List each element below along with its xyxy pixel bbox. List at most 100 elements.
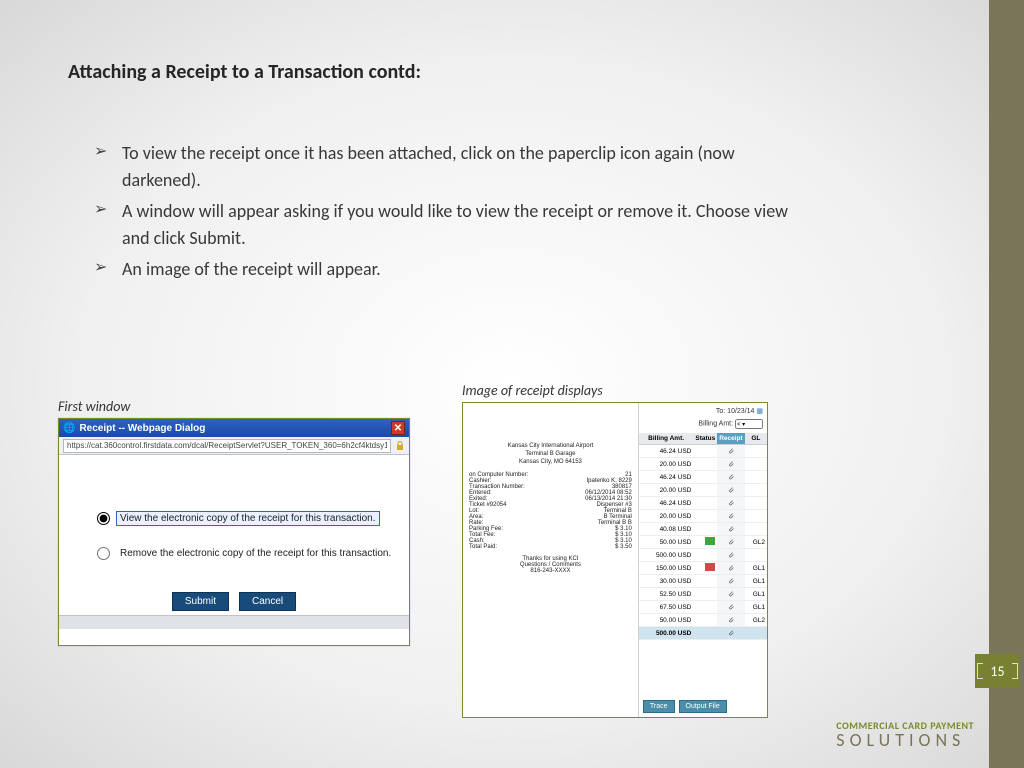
paperclip-icon[interactable] bbox=[727, 460, 735, 468]
paperclip-icon[interactable] bbox=[727, 629, 735, 637]
dialog-title: Receipt -- Webpage Dialog bbox=[79, 423, 205, 434]
cell-amt: 150.00 USD bbox=[639, 562, 693, 575]
cell-amt: 50.00 USD bbox=[639, 614, 693, 627]
cell-amt: 500.00 USD bbox=[639, 627, 693, 640]
cell-status bbox=[693, 523, 717, 536]
cell-amt: 46.24 USD bbox=[639, 497, 693, 510]
url-input[interactable] bbox=[63, 439, 391, 453]
output-file-button[interactable]: Output File bbox=[679, 700, 727, 713]
paperclip-icon[interactable] bbox=[727, 512, 735, 520]
table-row[interactable]: 46.24 USD bbox=[639, 471, 767, 484]
receipt-header: Kansas City International Airport Termin… bbox=[469, 443, 632, 466]
close-icon[interactable]: ✕ bbox=[391, 421, 405, 435]
cell-receipt[interactable] bbox=[717, 497, 744, 510]
table-row[interactable]: 20.00 USD bbox=[639, 484, 767, 497]
cell-gl bbox=[745, 471, 767, 484]
cell-status bbox=[693, 471, 717, 484]
cell-amt: 52.50 USD bbox=[639, 588, 693, 601]
option-view-row: View the electronic copy of the receipt … bbox=[97, 511, 395, 526]
cell-receipt[interactable] bbox=[717, 536, 744, 549]
col-receipt[interactable]: Receipt bbox=[717, 433, 744, 445]
submit-button[interactable]: Submit bbox=[172, 592, 229, 611]
cell-status bbox=[693, 614, 717, 627]
cell-receipt[interactable] bbox=[717, 484, 744, 497]
cell-gl bbox=[745, 549, 767, 562]
table-row[interactable]: 30.00 USD GL1 bbox=[639, 575, 767, 588]
label-view[interactable]: View the electronic copy of the receipt … bbox=[116, 511, 380, 526]
paperclip-icon[interactable] bbox=[727, 603, 735, 611]
table-row[interactable]: 46.24 USD bbox=[639, 445, 767, 458]
receipt-f3: 816-243-XXXX bbox=[469, 568, 632, 574]
billing-dd[interactable] bbox=[735, 419, 763, 429]
billing-amt-filter[interactable]: Billing Amt: bbox=[643, 419, 763, 429]
dialog-address-bar bbox=[59, 437, 409, 455]
cell-gl bbox=[745, 445, 767, 458]
trace-button[interactable]: Trace bbox=[643, 700, 675, 713]
cancel-button[interactable]: Cancel bbox=[239, 592, 296, 611]
cell-receipt[interactable] bbox=[717, 458, 744, 471]
option-remove-row: Remove the electronic copy of the receip… bbox=[97, 546, 395, 561]
table-row[interactable]: 52.50 USDGL1 bbox=[639, 588, 767, 601]
cell-receipt[interactable] bbox=[717, 627, 744, 640]
table-row[interactable]: 150.00 USDGL1 bbox=[639, 562, 767, 575]
page-title: Attaching a Receipt to a Transaction con… bbox=[68, 60, 421, 84]
page-number-badge: 15 bbox=[975, 654, 1020, 688]
cell-receipt[interactable] bbox=[717, 471, 744, 484]
table-row[interactable]: 67.50 USDGL1 bbox=[639, 601, 767, 614]
paperclip-icon[interactable] bbox=[727, 499, 735, 507]
paperclip-icon[interactable] bbox=[727, 577, 735, 585]
radio-remove[interactable] bbox=[97, 547, 110, 560]
cell-amt: 40.08 USD bbox=[639, 523, 693, 536]
cell-receipt[interactable] bbox=[717, 588, 744, 601]
cell-status bbox=[693, 536, 717, 549]
paperclip-icon[interactable] bbox=[727, 564, 735, 572]
paperclip-icon[interactable] bbox=[727, 525, 735, 533]
paperclip-icon[interactable] bbox=[727, 616, 735, 624]
cell-amt: 30.00 USD bbox=[639, 575, 693, 588]
cell-receipt[interactable] bbox=[717, 523, 744, 536]
col-gl[interactable]: GL bbox=[745, 433, 767, 445]
receipt-footer: Thanks for using KCI Questions / Comment… bbox=[469, 556, 632, 574]
paperclip-icon[interactable] bbox=[727, 473, 735, 481]
cell-status bbox=[693, 575, 717, 588]
cell-receipt[interactable] bbox=[717, 445, 744, 458]
col-status[interactable]: Status bbox=[693, 433, 717, 445]
cell-receipt[interactable] bbox=[717, 510, 744, 523]
cell-receipt[interactable] bbox=[717, 549, 744, 562]
cell-amt: 46.24 USD bbox=[639, 471, 693, 484]
cell-receipt[interactable] bbox=[717, 562, 744, 575]
table-row[interactable]: 50.00 USDGL2 bbox=[639, 536, 767, 549]
cell-receipt[interactable] bbox=[717, 601, 744, 614]
cell-receipt[interactable] bbox=[717, 614, 744, 627]
cell-status bbox=[693, 484, 717, 497]
caption-receipt-image: Image of receipt displays bbox=[462, 382, 603, 399]
cell-gl bbox=[745, 523, 767, 536]
to-date[interactable]: To: 10/23/14 ▦ bbox=[643, 407, 763, 415]
table-row[interactable]: 50.00 USD GL2 bbox=[639, 614, 767, 627]
paperclip-icon[interactable] bbox=[727, 551, 735, 559]
bullet-item: To view the receipt once it has been att… bbox=[94, 140, 814, 194]
cell-gl: GL2 bbox=[745, 614, 767, 627]
table-row[interactable]: 500.00 USD bbox=[639, 549, 767, 562]
dialog-status-bar bbox=[59, 615, 409, 629]
calendar-icon[interactable]: ▦ bbox=[756, 408, 763, 415]
cell-status bbox=[693, 497, 717, 510]
paperclip-icon[interactable] bbox=[727, 486, 735, 494]
table-row[interactable]: 40.08 USD bbox=[639, 523, 767, 536]
col-amt[interactable]: Billing Amt. bbox=[639, 433, 693, 445]
cell-status bbox=[693, 562, 717, 575]
table-row[interactable]: 20.00 USD bbox=[639, 510, 767, 523]
paperclip-icon[interactable] bbox=[727, 538, 735, 546]
table-row[interactable]: 46.24 USD bbox=[639, 497, 767, 510]
cell-gl: GL1 bbox=[745, 575, 767, 588]
receipt-lines: on Computer Number:21Cashier:Ipatenko K;… bbox=[469, 472, 632, 550]
cell-receipt[interactable] bbox=[717, 575, 744, 588]
paperclip-icon[interactable] bbox=[727, 447, 735, 455]
radio-view[interactable] bbox=[97, 512, 110, 525]
receipt-h2: Terminal B Garage bbox=[469, 451, 632, 459]
paperclip-icon[interactable] bbox=[727, 590, 735, 598]
table-row[interactable]: 500.00 USD bbox=[639, 627, 767, 640]
table-row[interactable]: 20.00 USD bbox=[639, 458, 767, 471]
cell-amt: 20.00 USD bbox=[639, 510, 693, 523]
label-remove[interactable]: Remove the electronic copy of the receip… bbox=[116, 546, 395, 561]
